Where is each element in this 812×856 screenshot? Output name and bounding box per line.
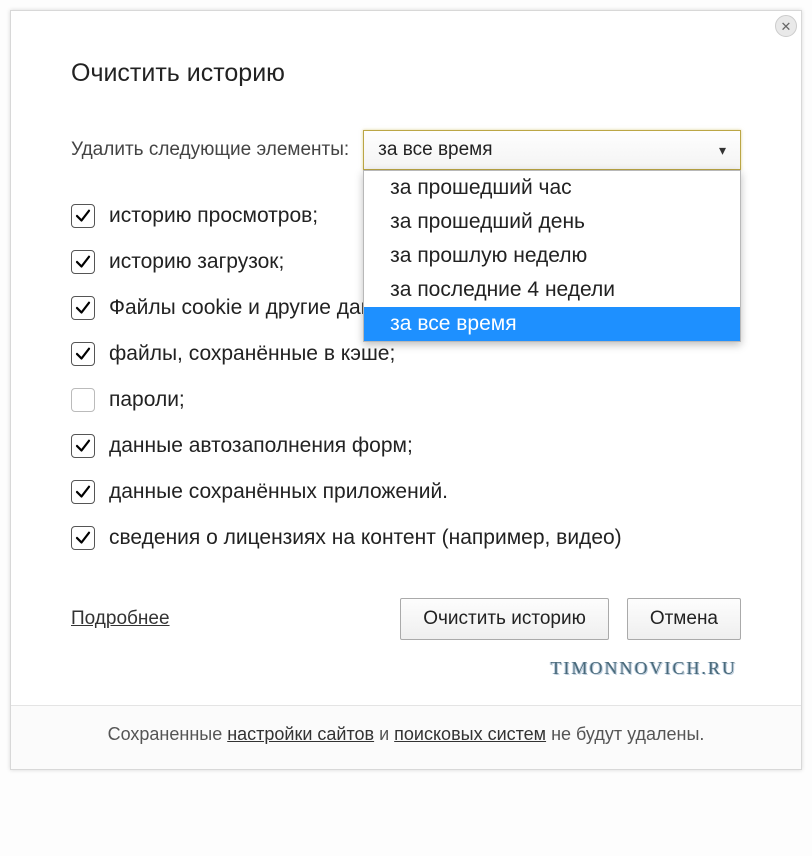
- cancel-button[interactable]: Отмена: [627, 598, 741, 640]
- time-range-option-hour[interactable]: за прошедший час: [364, 171, 740, 205]
- checkbox[interactable]: [71, 342, 95, 366]
- checkbox[interactable]: [71, 434, 95, 458]
- checkbox[interactable]: [71, 296, 95, 320]
- check-icon: [74, 253, 92, 271]
- watermark: TIMONNOVICH.RU: [71, 658, 741, 679]
- time-range-row: Удалить следующие элементы: за все время…: [71, 130, 741, 170]
- check-icon: [74, 529, 92, 547]
- button-row: Подробнее Очистить историю Отмена: [71, 598, 741, 640]
- time-range-label: Удалить следующие элементы:: [71, 139, 349, 161]
- footer-mid: и: [374, 724, 394, 744]
- checkbox[interactable]: [71, 480, 95, 504]
- time-range-option-day[interactable]: за прошедший день: [364, 205, 740, 239]
- checkbox[interactable]: [71, 526, 95, 550]
- footer-link-site-settings[interactable]: настройки сайтов: [227, 724, 374, 744]
- check-icon: [74, 299, 92, 317]
- time-range-dropdown: за прошедший час за прошедший день за пр…: [363, 170, 741, 342]
- footer-note: Сохраненные настройки сайтов и поисковых…: [11, 705, 801, 769]
- time-range-select[interactable]: за все время ▾ за прошедший час за проше…: [363, 130, 741, 170]
- chevron-down-icon: ▾: [719, 142, 726, 159]
- check-icon: [74, 345, 92, 363]
- clear-history-button[interactable]: Очистить историю: [400, 598, 609, 640]
- time-range-option-4weeks[interactable]: за последние 4 недели: [364, 273, 740, 307]
- footer-pre: Сохраненные: [108, 724, 228, 744]
- time-range-selected-value: за все время: [378, 139, 492, 161]
- checkbox-row: сведения о лицензиях на контент (наприме…: [71, 526, 741, 550]
- more-link[interactable]: Подробнее: [71, 608, 170, 630]
- close-icon: ✕: [781, 20, 792, 33]
- close-button[interactable]: ✕: [775, 15, 797, 37]
- time-range-option-week[interactable]: за прошлую неделю: [364, 239, 740, 273]
- checkbox-row: данные автозаполнения форм;: [71, 434, 741, 458]
- checkbox-label: данные сохранённых приложений.: [109, 480, 448, 504]
- checkbox[interactable]: [71, 388, 95, 412]
- dialog-body: Очистить историю Удалить следующие элеме…: [11, 11, 801, 705]
- checkbox-row: файлы, сохранённые в кэше;: [71, 342, 741, 366]
- footer-post: не будут удалены.: [546, 724, 704, 744]
- checkbox-row: пароли;: [71, 388, 741, 412]
- checkbox[interactable]: [71, 204, 95, 228]
- checkbox-label: пароли;: [109, 388, 185, 412]
- check-icon: [74, 437, 92, 455]
- checkbox[interactable]: [71, 250, 95, 274]
- check-icon: [74, 483, 92, 501]
- checkbox-label: историю загрузок;: [109, 250, 284, 274]
- time-range-option-all[interactable]: за все время: [364, 307, 740, 341]
- dialog-title: Очистить историю: [71, 59, 741, 88]
- clear-history-dialog: ✕ Очистить историю Удалить следующие эле…: [10, 10, 802, 770]
- check-icon: [74, 207, 92, 225]
- checkbox-label: историю просмотров;: [109, 204, 318, 228]
- checkbox-label: файлы, сохранённые в кэше;: [109, 342, 395, 366]
- checkbox-label: сведения о лицензиях на контент (наприме…: [109, 526, 622, 550]
- checkbox-label: данные автозаполнения форм;: [109, 434, 413, 458]
- checkbox-row: данные сохранённых приложений.: [71, 480, 741, 504]
- footer-link-search-engines[interactable]: поисковых систем: [394, 724, 546, 744]
